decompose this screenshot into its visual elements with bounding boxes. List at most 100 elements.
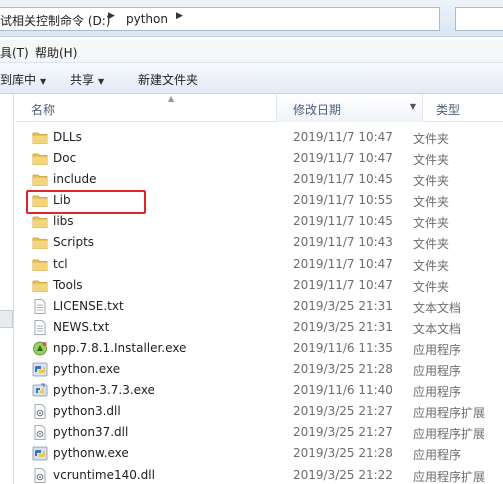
file-date: 2019/11/6 11:40 bbox=[293, 383, 393, 398]
file-date: 2019/11/7 10:45 bbox=[293, 214, 393, 229]
file-row[interactable]: NEWS.txt 2019/3/25 21:31 文本文档 bbox=[15, 317, 503, 338]
chevron-down-icon[interactable]: ▼ bbox=[410, 102, 416, 111]
file-date: 2019/3/25 21:22 bbox=[293, 467, 393, 482]
file-date: 2019/3/25 21:31 bbox=[293, 319, 393, 334]
column-header-date[interactable]: 修改日期 ▼ bbox=[276, 94, 423, 122]
file-name: npp.7.8.1.Installer.exe bbox=[53, 340, 187, 355]
file-type: 文件夹 bbox=[413, 237, 450, 252]
file-date: 2019/11/6 11:35 bbox=[293, 340, 393, 355]
folder-icon bbox=[32, 278, 48, 293]
file-row[interactable]: Doc 2019/11/7 10:47 文件夹 bbox=[15, 148, 503, 169]
file-name: python-3.7.3.exe bbox=[53, 383, 155, 398]
file-type: 应用程序 bbox=[413, 385, 462, 400]
file-date: 2019/11/7 10:55 bbox=[293, 193, 393, 208]
share-label: 共享 bbox=[70, 73, 95, 87]
file-type: 文件夹 bbox=[413, 174, 450, 189]
include-in-library-label: 到库中 bbox=[0, 73, 37, 87]
file-date: 2019/11/7 10:45 bbox=[293, 172, 393, 187]
file-date: 2019/11/7 10:47 bbox=[293, 256, 393, 271]
file-type: 文件夹 bbox=[413, 279, 450, 294]
file-type: 文本文档 bbox=[413, 321, 462, 336]
file-name: python37.dll bbox=[53, 425, 129, 440]
file-row[interactable]: LICENSE.txt 2019/3/25 21:31 文本文档 bbox=[15, 296, 503, 317]
folder-icon bbox=[32, 257, 48, 272]
file-name: Tools bbox=[53, 277, 83, 292]
file-date: 2019/11/7 10:47 bbox=[293, 277, 393, 292]
chevron-down-icon: ▼ bbox=[98, 77, 105, 86]
file-row[interactable]: libs 2019/11/7 10:45 文件夹 bbox=[15, 211, 503, 232]
file-name: DLLs bbox=[53, 130, 82, 144]
file-row[interactable]: Tools 2019/11/7 10:47 文件夹 bbox=[15, 275, 503, 296]
dll-file-icon bbox=[32, 467, 48, 483]
file-row[interactable]: python-3.7.3.exe 2019/11/6 11:40 应用程序 bbox=[15, 380, 503, 401]
file-row[interactable]: Scripts 2019/11/7 10:43 文件夹 bbox=[15, 232, 503, 253]
breadcrumb-drive[interactable]: 试相关控制命令 (D:) bbox=[0, 12, 110, 29]
file-type: 应用程序扩展 bbox=[413, 427, 486, 442]
file-type: 文件夹 bbox=[413, 195, 450, 210]
file-type: 应用程序 bbox=[413, 448, 462, 463]
dll-file-icon bbox=[32, 404, 48, 420]
file-row[interactable]: vcruntime140.dll 2019/3/25 21:22 应用程序扩展 bbox=[15, 465, 503, 484]
file-row[interactable]: tcl 2019/11/7 10:47 文件夹 bbox=[15, 254, 503, 275]
file-date: 2019/3/25 21:28 bbox=[293, 362, 393, 377]
file-name: python3.dll bbox=[53, 404, 121, 419]
file-name: NEWS.txt bbox=[53, 319, 110, 334]
file-row[interactable]: python3.dll 2019/3/25 21:27 应用程序扩展 bbox=[15, 401, 503, 422]
column-header-type[interactable]: 类型 bbox=[424, 94, 503, 122]
breadcrumb-folder[interactable]: python bbox=[126, 12, 168, 26]
chevron-down-icon: ▼ bbox=[40, 77, 47, 86]
search-input[interactable] bbox=[455, 7, 503, 31]
file-type: 应用程序扩展 bbox=[413, 406, 486, 421]
file-row[interactable]: include 2019/11/7 10:45 文件夹 bbox=[15, 169, 503, 190]
column-header: 名称 ▲ 修改日期 ▼ 类型 bbox=[15, 94, 503, 122]
file-name: pythonw.exe bbox=[53, 446, 129, 461]
python-icon bbox=[32, 362, 48, 377]
address-box[interactable]: 试相关控制命令 (D:) ▶ python ▶ bbox=[0, 7, 440, 31]
navigation-pane-item[interactable] bbox=[0, 310, 13, 328]
file-row[interactable]: pythonw.exe 2019/3/25 21:28 应用程序 bbox=[15, 443, 503, 464]
column-header-name[interactable]: 名称 ▲ bbox=[15, 94, 275, 122]
folder-icon bbox=[32, 172, 48, 187]
folder-icon bbox=[32, 151, 48, 166]
file-type: 应用程序 bbox=[413, 342, 462, 357]
navigation-pane[interactable] bbox=[0, 94, 14, 484]
file-date: 2019/3/25 21:28 bbox=[293, 446, 393, 461]
file-name: python.exe bbox=[53, 362, 121, 377]
breadcrumb-chevron-icon[interactable]: ▶ bbox=[108, 11, 115, 21]
menu-help[interactable]: 帮助(H) bbox=[35, 44, 77, 61]
file-type: 文件夹 bbox=[413, 216, 450, 231]
file-date: 2019/11/7 10:47 bbox=[293, 130, 393, 144]
file-type: 文件夹 bbox=[413, 258, 450, 273]
highlight-box bbox=[26, 190, 146, 214]
new-folder-button[interactable]: 新建文件夹 bbox=[138, 71, 198, 88]
folder-icon bbox=[32, 130, 48, 145]
python-icon bbox=[32, 446, 48, 461]
menu-bar: 具(T) 帮助(H) bbox=[0, 40, 503, 62]
file-list: DLLs 2019/11/7 10:47 文件夹 Doc 2019/11/7 10:47… bbox=[15, 127, 503, 484]
file-date: 2019/11/7 10:47 bbox=[293, 151, 393, 166]
share-button[interactable]: 共享 ▼ bbox=[70, 71, 104, 88]
file-row[interactable]: npp.7.8.1.Installer.exe 2019/11/6 11:35 应用… bbox=[15, 338, 503, 359]
dll-file-icon bbox=[32, 425, 48, 441]
file-type: 文本文档 bbox=[413, 300, 462, 315]
file-row[interactable]: python37.dll 2019/3/25 21:27 应用程序扩展 bbox=[15, 422, 503, 443]
file-type: 文件夹 bbox=[413, 153, 450, 168]
file-date: 2019/11/7 10:43 bbox=[293, 235, 393, 250]
address-bar: 试相关控制命令 (D:) ▶ python ▶ bbox=[0, 0, 503, 37]
column-header-date-label: 修改日期 bbox=[293, 103, 342, 117]
include-in-library-button[interactable]: 到库中 ▼ bbox=[0, 71, 46, 88]
file-name: LICENSE.txt bbox=[53, 298, 124, 313]
file-row[interactable]: python.exe 2019/3/25 21:28 应用程序 bbox=[15, 359, 503, 380]
file-name: Scripts bbox=[53, 235, 95, 250]
breadcrumb-chevron-icon[interactable]: ▶ bbox=[176, 11, 183, 21]
setup-icon bbox=[32, 383, 48, 398]
command-toolbar: 到库中 ▼ 共享 ▼ 新建文件夹 bbox=[0, 62, 503, 94]
folder-icon bbox=[32, 235, 48, 250]
file-type: 应用程序 bbox=[413, 364, 462, 379]
text-file-icon bbox=[32, 319, 48, 335]
column-header-name-label: 名称 bbox=[31, 103, 56, 117]
file-row[interactable]: DLLs 2019/11/7 10:47 文件夹 bbox=[15, 127, 503, 148]
text-file-icon bbox=[32, 298, 48, 314]
menu-tools[interactable]: 具(T) bbox=[0, 44, 29, 61]
folder-icon bbox=[32, 214, 48, 229]
